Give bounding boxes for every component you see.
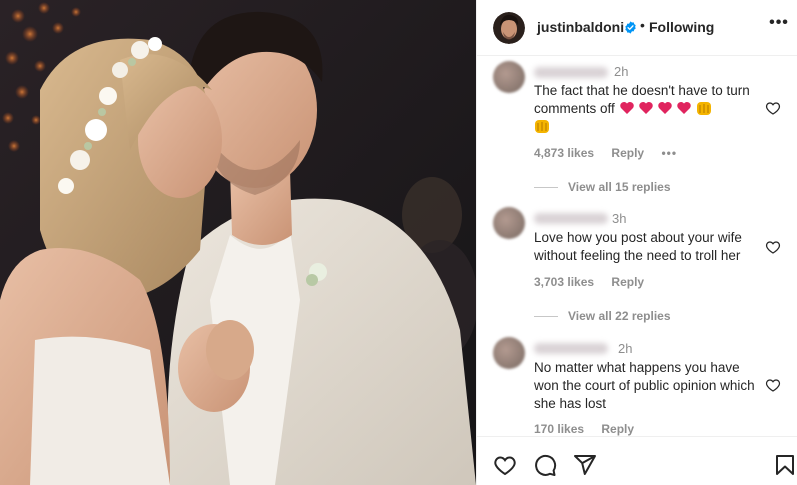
avatar[interactable]: [493, 12, 525, 44]
bookmark-icon[interactable]: [773, 453, 797, 477]
heart-outline-icon[interactable]: [765, 377, 781, 393]
red-hearts-emoji-icon: [619, 102, 711, 115]
following-button[interactable]: Following: [649, 19, 714, 35]
post-side-panel: justinbaldoni • Following ••• 2h The fac…: [476, 0, 797, 485]
comment-options-icon[interactable]: •••: [661, 146, 677, 160]
separator-dot: •: [640, 17, 645, 33]
heart-outline-icon[interactable]: [765, 239, 781, 255]
commenter-avatar[interactable]: [493, 337, 525, 369]
commenter-username-blurred[interactable]: [534, 213, 608, 224]
comment-time: 2h: [618, 341, 633, 356]
view-replies-button[interactable]: View all 22 replies: [567, 309, 671, 323]
comment-meta: 3,703 likes Reply: [534, 275, 658, 289]
comment-likes-count[interactable]: 3,703 likes: [534, 275, 594, 289]
post-header: justinbaldoni • Following •••: [477, 0, 797, 56]
commenter-avatar[interactable]: [493, 207, 525, 239]
raising-hands-emoji-icon: [535, 120, 549, 133]
profile-picture-icon: [493, 12, 525, 44]
share-icon[interactable]: [573, 453, 597, 477]
reply-button[interactable]: Reply: [611, 146, 644, 160]
comment-time: 3h: [612, 211, 627, 226]
raising-hands-emoji-icon: [696, 102, 711, 115]
heart-outline-icon[interactable]: [765, 100, 781, 116]
commenter-username-blurred[interactable]: [534, 67, 608, 78]
post-photo[interactable]: [0, 0, 476, 485]
post-action-bar: [477, 436, 797, 485]
reply-button[interactable]: Reply: [601, 422, 634, 436]
commenter-username-blurred[interactable]: [534, 343, 608, 354]
view-replies-button[interactable]: View all 15 replies: [567, 180, 671, 194]
username[interactable]: justinbaldoni: [537, 19, 624, 35]
comment-meta: 4,873 likes Reply •••: [534, 146, 691, 160]
reply-button[interactable]: Reply: [611, 275, 644, 289]
comment-text: No matter what happens you have won the …: [534, 360, 755, 411]
wedding-photo: [0, 0, 476, 485]
comment-text: Love how you post about your wife withou…: [534, 230, 742, 263]
like-heart-icon[interactable]: [493, 453, 517, 477]
comment-likes-count[interactable]: 170 likes: [534, 422, 584, 436]
comment-meta: 170 likes Reply: [534, 422, 648, 436]
more-horizontal-icon[interactable]: •••: [768, 15, 790, 38]
comment-text: The fact that he doesn't have to turn co…: [534, 82, 762, 136]
comment-likes-count[interactable]: 4,873 likes: [534, 146, 594, 160]
comment-time: 2h: [614, 64, 629, 79]
verified-badge-icon: [625, 21, 636, 34]
commenter-avatar[interactable]: [493, 61, 525, 93]
comment-icon[interactable]: [533, 453, 557, 477]
